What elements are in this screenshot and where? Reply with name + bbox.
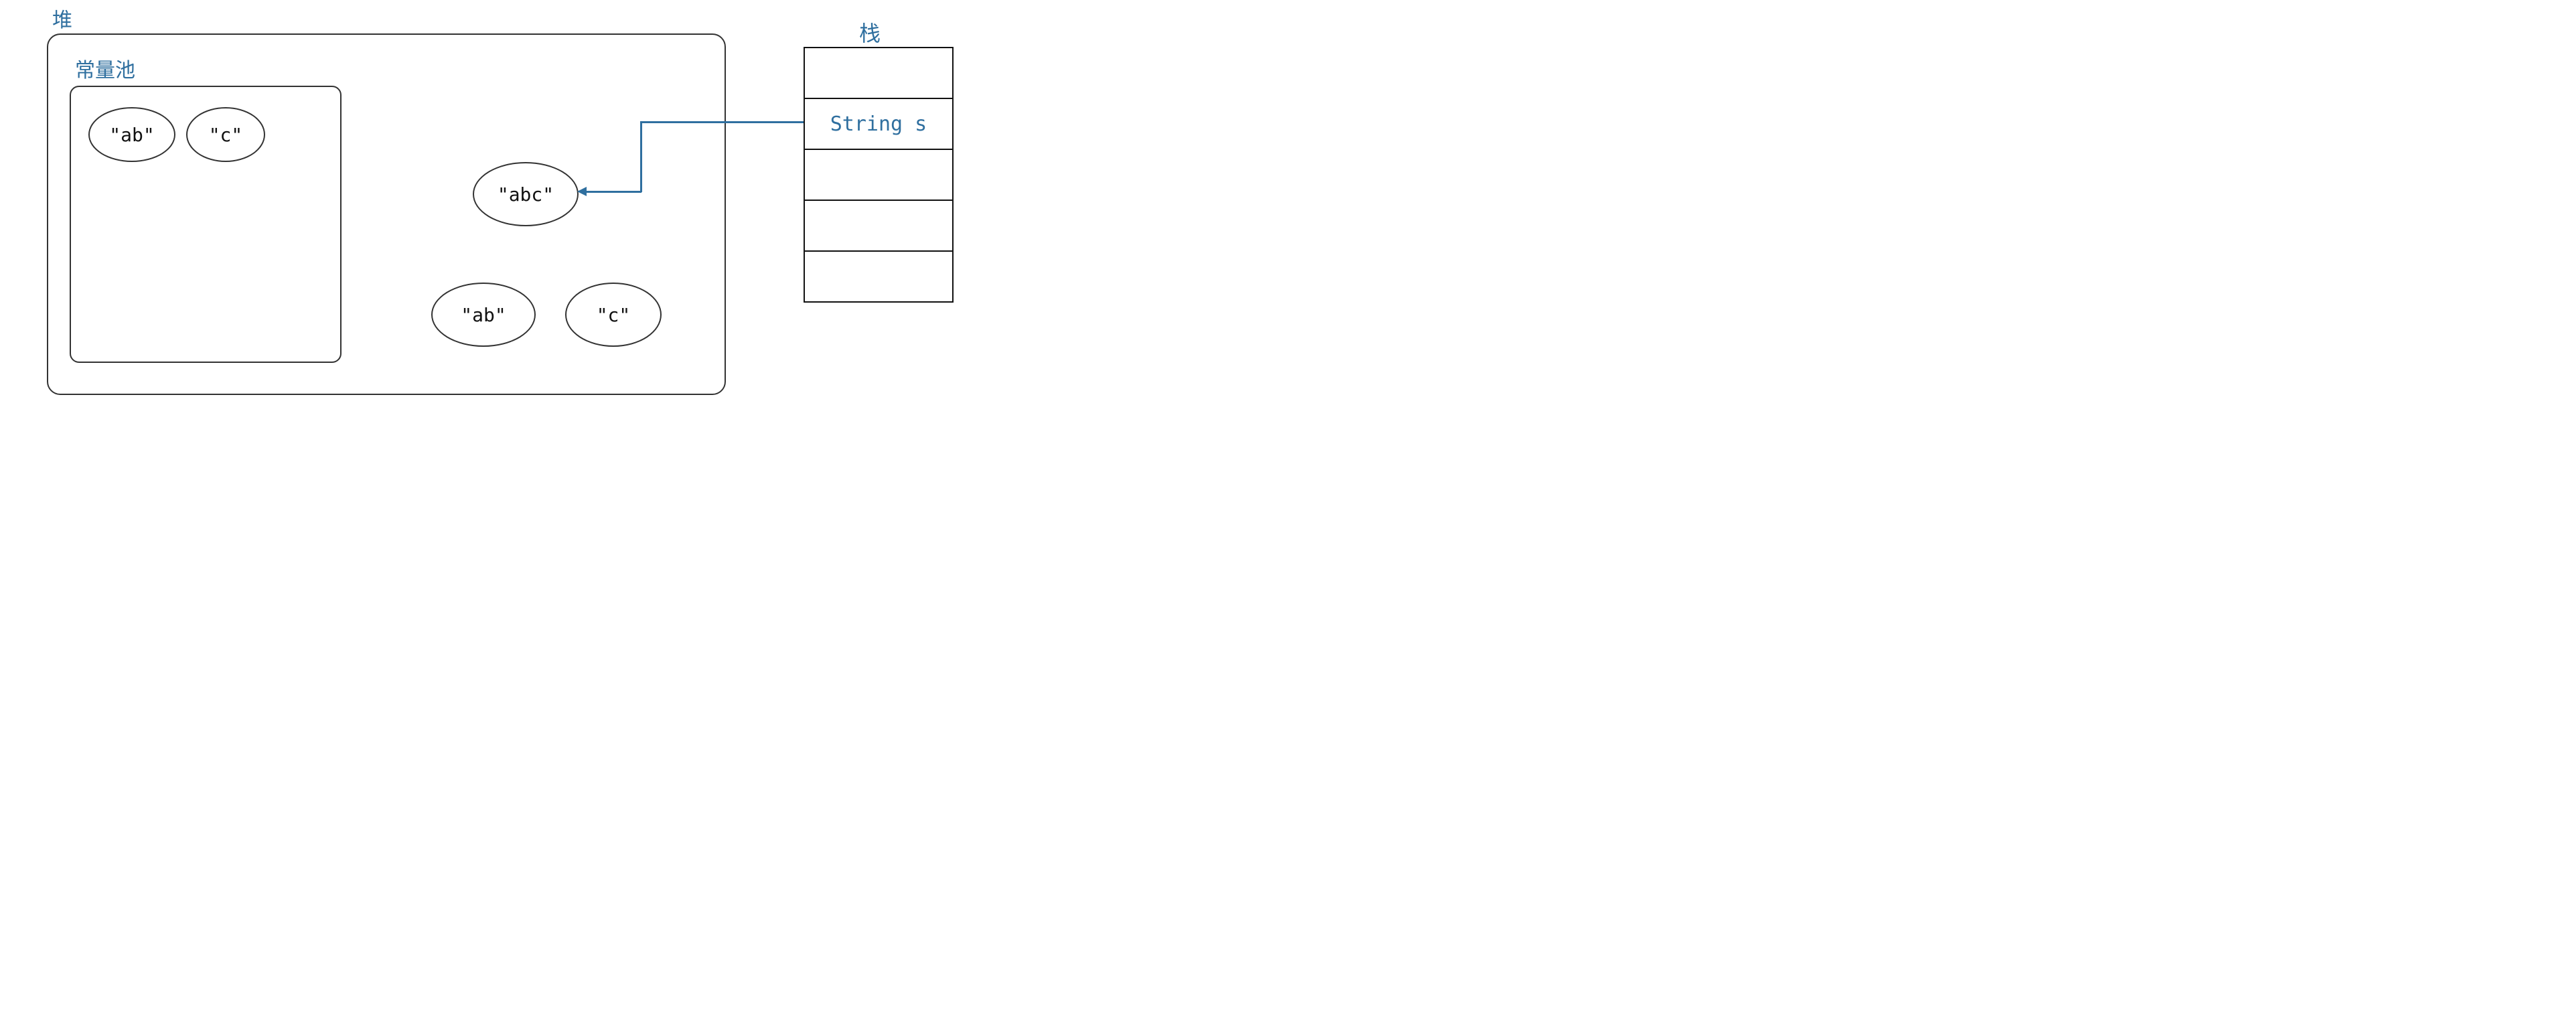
stack-cell-4 [805,252,952,301]
stack-cell-2 [805,150,952,201]
heap-object-c: "c" [565,283,662,347]
stack-cell-3 [805,201,952,252]
heap-object-ab: "ab" [431,283,536,347]
constant-pool-label: 常量池 [75,54,135,83]
constant-pool-box: "ab" "c" [70,86,342,363]
diagram-canvas: 堆 常量池 "ab" "c" "abc" "ab" "c" 栈 String s [0,0,1038,412]
stack-cell-string-s: String s [805,99,952,150]
arrow-horizontal [640,121,804,123]
heap-object-abc: "abc" [473,162,579,226]
stack-box: String s [804,47,954,303]
arrow-vertical [640,121,642,192]
heap-label: 堆 [52,3,72,33]
stack-label: 栈 [859,17,881,48]
stack-cell-0 [805,48,952,99]
arrow-head-icon [577,187,587,196]
pool-string-ab: "ab" [88,107,175,162]
pool-string-c: "c" [186,107,265,162]
heap-box: 常量池 "ab" "c" "abc" "ab" "c" [47,33,726,395]
arrow-horizontal-2 [587,191,641,193]
